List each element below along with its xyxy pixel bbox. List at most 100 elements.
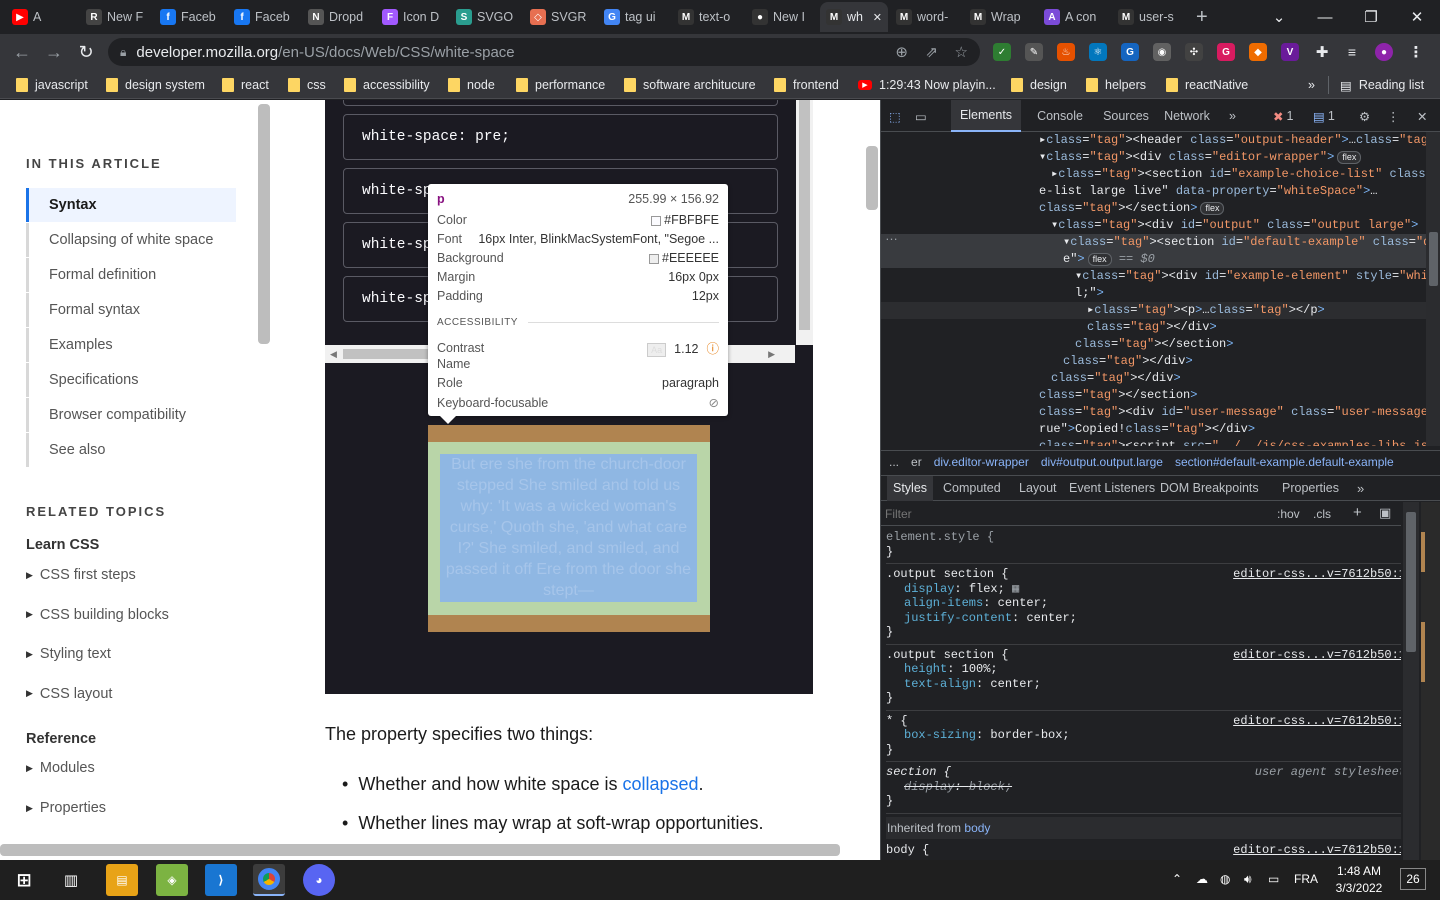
breadcrumb-item[interactable]: ... xyxy=(889,455,899,469)
bookmark-item[interactable]: frontend xyxy=(774,75,839,95)
learn-css-item[interactable]: ▶ CSS building blocks xyxy=(26,607,169,623)
restore-icon[interactable]: ❐ xyxy=(1348,0,1394,34)
dom-node[interactable]: ▾class="tag"><div id="example-element" s… xyxy=(881,268,1426,285)
reload-icon[interactable]: ↻ xyxy=(74,40,98,64)
css-declaration[interactable]: display: block; xyxy=(886,780,1401,795)
learn-css-item[interactable]: ▶ CSS layout xyxy=(26,686,112,702)
volume-icon[interactable]: 🔊︎ xyxy=(1244,872,1252,887)
learn-css-item[interactable]: ▶ CSS first steps xyxy=(26,567,136,583)
styles-scrollbar[interactable] xyxy=(1403,502,1419,860)
task-view-icon[interactable]: ▥ xyxy=(55,864,87,896)
close-window-icon[interactable]: ✕ xyxy=(1394,0,1440,34)
dom-node[interactable]: ▾class="tag"><section id="default-exampl… xyxy=(881,234,1426,251)
browser-tab[interactable]: ▶ A xyxy=(6,2,78,32)
dom-node[interactable]: ▸class="tag"><header class="output-heade… xyxy=(881,132,1426,149)
dom-node[interactable]: l;"> xyxy=(881,285,1426,302)
bookmark-item[interactable]: accessibility xyxy=(344,75,430,95)
toc-item[interactable]: Browser compatibility xyxy=(26,398,236,432)
dom-node[interactable]: class="tag"></section> flex xyxy=(881,200,1426,217)
devtools-kebab-icon[interactable]: ⋮ xyxy=(1387,100,1400,132)
devtools-tab[interactable]: Sources xyxy=(1099,100,1153,132)
reference-item[interactable]: ▶ Properties xyxy=(26,800,106,816)
dom-node[interactable]: ▾class="tag"><div id="output" class="out… xyxy=(881,217,1426,234)
toc-item[interactable]: Formal syntax xyxy=(26,293,236,327)
bookmark-item[interactable]: design xyxy=(1011,75,1067,95)
more-tabs-icon[interactable]: » xyxy=(1229,100,1236,132)
css-source-link[interactable]: editor-css...v=7612b50:1 xyxy=(1233,648,1401,663)
toc-item[interactable]: Syntax xyxy=(26,188,236,222)
styles-subtab[interactable]: Properties xyxy=(1276,476,1345,501)
css-source-link[interactable]: editor-css...v=7612b50:1 xyxy=(1233,714,1401,729)
chrome-icon[interactable] xyxy=(253,864,285,896)
page-horizontal-scrollbar[interactable] xyxy=(0,844,840,856)
dom-node[interactable]: class="tag"></section> xyxy=(881,387,1426,404)
css-declaration[interactable]: height: 100%; xyxy=(886,662,1401,677)
reference-heading[interactable]: Reference xyxy=(26,731,96,747)
bookmark-item[interactable]: reactNative xyxy=(1166,75,1248,95)
fire-extension-icon[interactable]: ♨ xyxy=(1057,43,1075,61)
vscode-icon[interactable]: ⟩ xyxy=(205,864,237,896)
browser-tab[interactable]: Muser-s xyxy=(1112,2,1184,32)
sidebar-scrollbar[interactable] xyxy=(258,104,270,344)
dom-scrollbar[interactable] xyxy=(1426,132,1440,446)
toggle-sidebar-icon[interactable]: ▣ xyxy=(1379,505,1391,521)
zoom-icon[interactable]: ⊕ xyxy=(895,43,908,61)
dom-node[interactable]: e-list large live" data-property="whiteS… xyxy=(881,183,1426,200)
bookmark-item[interactable]: helpers xyxy=(1086,75,1146,95)
bookmark-item[interactable]: css xyxy=(288,75,326,95)
bookmark-item[interactable]: node xyxy=(448,75,495,95)
styles-subtab[interactable]: Layout xyxy=(1013,476,1063,501)
devtools-tab[interactable]: Elements xyxy=(951,100,1021,132)
toc-item[interactable]: Examples xyxy=(26,328,236,362)
forward-icon[interactable]: → xyxy=(42,40,66,64)
styles-subtab[interactable]: Event Listeners xyxy=(1063,476,1161,501)
learn-css-item[interactable]: ▶ Styling text xyxy=(26,646,111,662)
share-icon[interactable]: ⇗ xyxy=(925,43,938,61)
clock[interactable]: 1:48 AM 3/3/2022 xyxy=(1334,864,1384,895)
css-rule[interactable]: section {user agent stylesheet display: b… xyxy=(886,765,1401,809)
dom-node[interactable]: class="tag"><script src="../../js/css-ex… xyxy=(881,438,1426,446)
browser-tab[interactable]: ◇ SVGR xyxy=(524,2,596,32)
toc-item[interactable]: See also xyxy=(26,433,236,467)
mask-extension-icon[interactable]: ◉ xyxy=(1153,43,1171,61)
browser-tab[interactable]: Mwh ✕ xyxy=(820,2,888,32)
toc-item[interactable]: Specifications xyxy=(26,363,236,397)
bookmark-star-icon[interactable]: ☆ xyxy=(955,43,968,61)
extensions-puzzle-icon[interactable]: ✚ xyxy=(1313,43,1331,61)
new-rule-icon[interactable]: + xyxy=(1353,504,1362,521)
minimize-icon[interactable]: — xyxy=(1302,0,1348,34)
language-indicator[interactable]: FRA xyxy=(1294,872,1318,886)
css-rule[interactable]: .output section {editor-css...v=7612b50:… xyxy=(886,648,1401,706)
puzzle-grey-extension-icon[interactable]: ✣ xyxy=(1185,43,1203,61)
example-paragraph[interactable]: But ere she from the church-door stepped… xyxy=(440,454,697,602)
devtools-tab[interactable]: Console xyxy=(1023,100,1097,132)
css-rule[interactable]: body {editor-css...v=7612b50:1 xyxy=(886,843,1401,858)
cls-toggle[interactable]: .cls xyxy=(1313,507,1331,521)
bookmark-item[interactable]: react xyxy=(222,75,269,95)
node-actions-icon[interactable]: … xyxy=(885,228,898,243)
tray-network-icon[interactable]: ◍ xyxy=(1220,872,1230,886)
fox-extension-icon[interactable]: ◆ xyxy=(1249,43,1267,61)
dom-node[interactable]: e"> flex == $0 xyxy=(881,251,1426,268)
dom-node[interactable]: ▸class="tag"><section id="example-choice… xyxy=(881,166,1426,183)
dom-node[interactable]: class="tag"></div> xyxy=(881,353,1426,370)
browser-tab[interactable]: M Wrap xyxy=(964,2,1036,32)
inspect-element-icon[interactable]: ⬚ xyxy=(889,100,911,132)
styles-subtab[interactable]: DOM Breakpoints xyxy=(1154,476,1265,501)
menu-kebab-icon[interactable]: ⋮ xyxy=(1407,43,1425,61)
dom-node[interactable]: rue">Copied!class="tag"></div> xyxy=(881,421,1426,438)
bookmark-item[interactable]: design system xyxy=(106,75,205,95)
browser-tab[interactable]: ● New I xyxy=(746,2,818,32)
more-subtabs-icon[interactable]: » xyxy=(1357,476,1364,501)
file-explorer-icon[interactable]: ▤ xyxy=(106,864,138,896)
reading-list-button[interactable]: ▤ Reading list xyxy=(1340,75,1424,95)
profile-avatar[interactable]: ● xyxy=(1375,43,1393,61)
breadcrumb-item[interactable]: div.editor-wrapper xyxy=(934,455,1029,469)
playlist-icon[interactable]: ≡ xyxy=(1343,43,1361,61)
browser-tab[interactable]: Mtext-o xyxy=(672,2,744,32)
browser-tab[interactable]: F Icon D xyxy=(376,2,448,32)
dom-node[interactable]: class="tag"></div> xyxy=(881,319,1426,336)
css-rule[interactable]: * {editor-css...v=7612b50:1 box-sizing: b… xyxy=(886,714,1401,758)
breadcrumb-item[interactable]: div#output.output.large xyxy=(1041,455,1163,469)
error-count[interactable]: ✖ 1 xyxy=(1273,100,1293,132)
